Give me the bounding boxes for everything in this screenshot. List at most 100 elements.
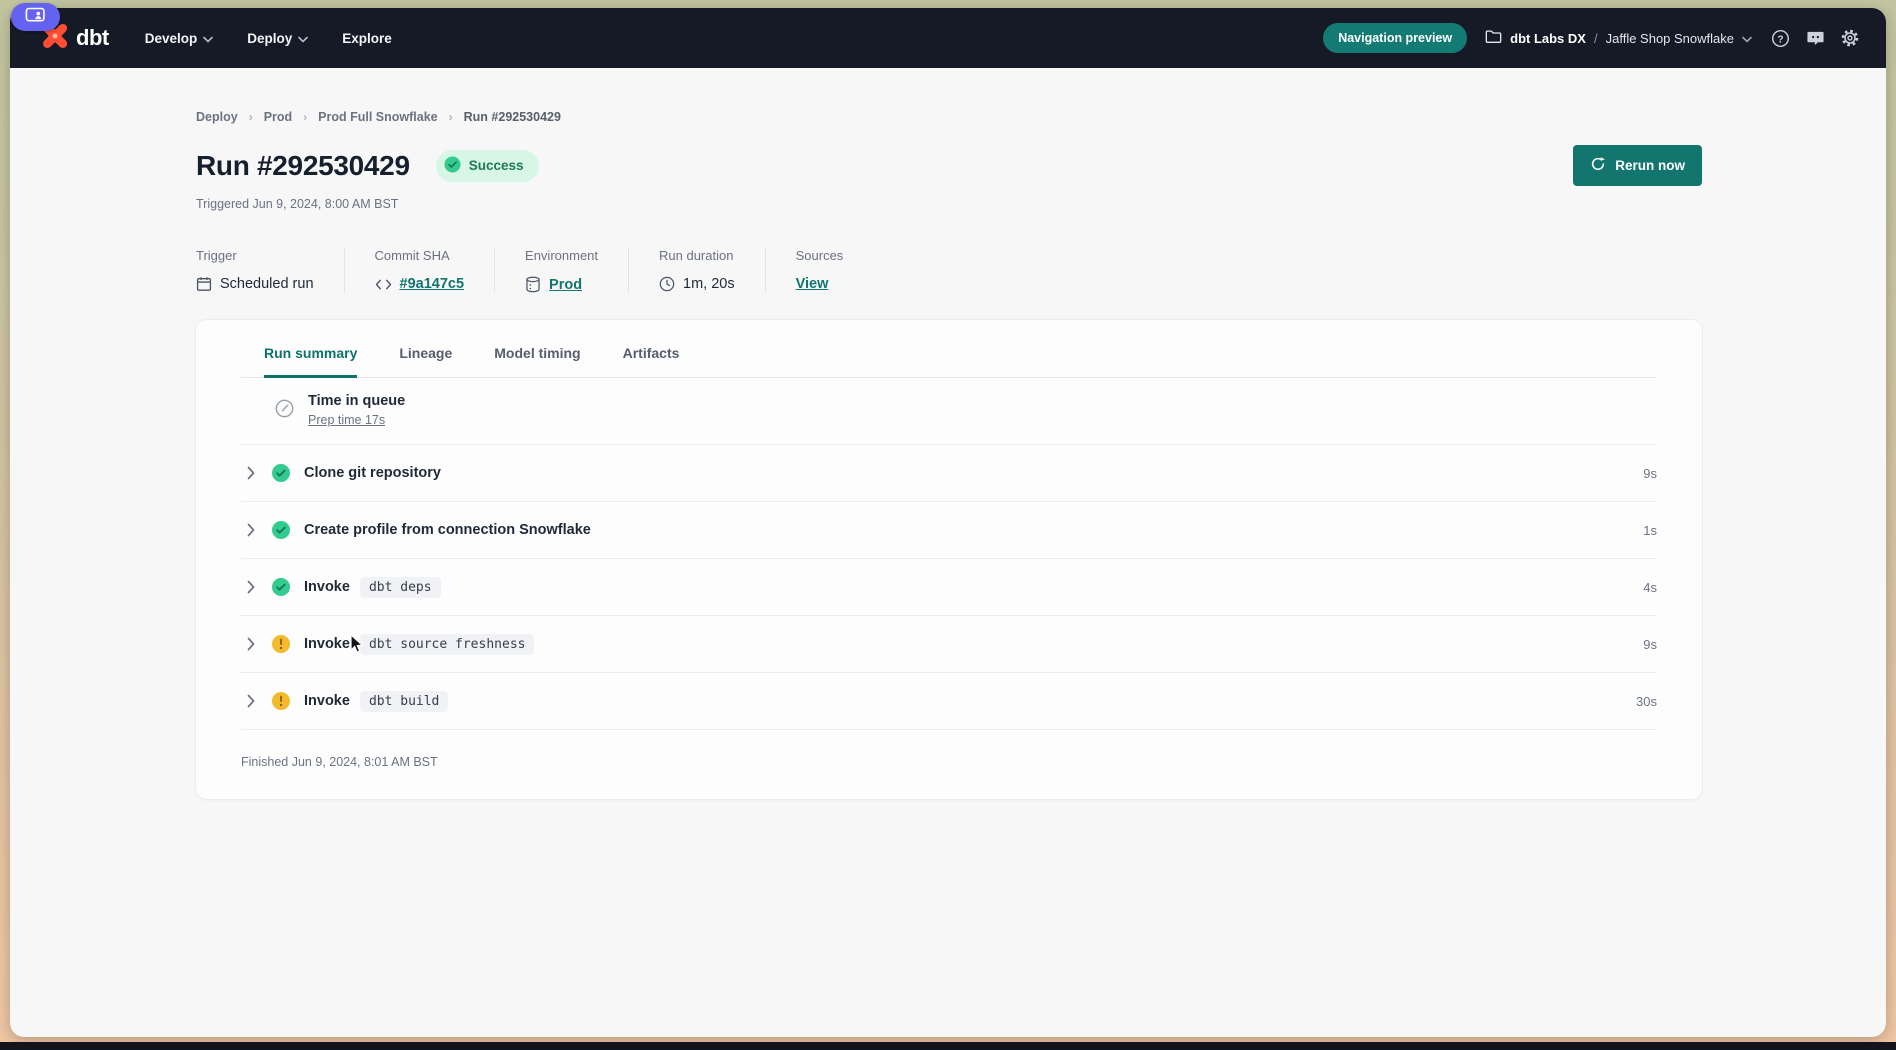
step-list: Clone git repository 9s Create profile f… — [241, 444, 1657, 730]
meta-sources: Sources View — [765, 248, 874, 293]
step-name: Create profile from connection Snowflake — [304, 522, 591, 538]
trigger-value: Scheduled run — [220, 276, 314, 292]
path-separator: / — [1594, 31, 1598, 46]
step-duration: 30s — [1636, 694, 1657, 709]
chevron-right-icon[interactable] — [247, 523, 256, 537]
breadcrumb-deploy[interactable]: Deploy — [196, 110, 238, 124]
success-check-icon — [444, 156, 461, 176]
commit-sha-link[interactable]: #9a147c5 — [400, 276, 465, 292]
svg-text:?: ? — [1777, 34, 1783, 45]
queue-clock-icon — [274, 398, 295, 424]
tab-model-timing[interactable]: Model timing — [494, 345, 580, 378]
feedback-icon[interactable] — [1805, 28, 1825, 48]
triggered-timestamp: Triggered Jun 9, 2024, 8:00 AM BST — [196, 197, 1702, 211]
tab-run-summary[interactable]: Run summary — [264, 345, 357, 378]
rerun-now-button[interactable]: Rerun now — [1573, 145, 1702, 186]
meta-run-duration: Run duration 1m, 20s — [628, 248, 765, 293]
run-duration-value: 1m, 20s — [683, 276, 735, 292]
navbar-icon-group: ? — [1770, 28, 1860, 48]
app-window: dbt Develop Deploy Explore Navigation pr… — [10, 8, 1886, 1037]
chevron-right-icon[interactable] — [247, 580, 256, 594]
run-detail-page: Deploy › Prod › Prod Full Snowflake › Ru… — [10, 68, 1886, 799]
step-name: Invoke — [304, 693, 350, 709]
run-summary-card: Run summary Lineage Model timing Artifac… — [196, 320, 1702, 799]
step-status-icon — [272, 578, 290, 596]
time-in-queue-row: Time in queue Prep time 17s — [241, 378, 1657, 444]
step-status-icon — [272, 635, 290, 653]
dbt-logo-text: dbt — [76, 25, 109, 51]
step-command: dbt build — [360, 691, 448, 712]
nav-menu-label: Explore — [342, 31, 392, 46]
nav-menu-develop[interactable]: Develop — [145, 31, 214, 46]
prep-time-link[interactable]: Prep time 17s — [308, 413, 385, 427]
project-name: Jaffle Shop Snowflake — [1606, 31, 1734, 46]
meta-label: Sources — [796, 248, 844, 263]
status-badge-label: Success — [469, 158, 524, 173]
step-name: Clone git repository — [304, 465, 441, 481]
tab-lineage[interactable]: Lineage — [399, 345, 452, 378]
chevron-right-icon[interactable] — [247, 694, 256, 708]
status-badge: Success — [436, 150, 539, 182]
step-duration: 9s — [1643, 466, 1657, 481]
bottom-screen-edge — [0, 1042, 1896, 1050]
navigation-preview-button[interactable]: Navigation preview — [1323, 23, 1467, 53]
breadcrumb: Deploy › Prod › Prod Full Snowflake › Ru… — [196, 110, 1702, 124]
step-status-icon — [272, 521, 290, 539]
page-title: Run #292530429 — [196, 150, 410, 182]
queue-title: Time in queue — [308, 393, 405, 409]
breadcrumb-job[interactable]: Prod Full Snowflake — [318, 110, 437, 124]
step-command: dbt source freshness — [360, 634, 535, 655]
step-duration: 4s — [1643, 580, 1657, 595]
account-project-switcher[interactable]: dbt Labs DX / Jaffle Shop Snowflake — [1485, 29, 1752, 47]
step-duration: 9s — [1643, 637, 1657, 652]
page-header: Run #292530429 Success Rerun now — [196, 145, 1702, 186]
step-row-clone-git[interactable]: Clone git repository 9s — [241, 444, 1657, 501]
chevron-down-icon — [298, 31, 308, 46]
run-tabs: Run summary Lineage Model timing Artifac… — [241, 320, 1657, 378]
nav-menus: Develop Deploy Explore — [145, 31, 392, 46]
rerun-refresh-icon — [1590, 156, 1606, 175]
tab-artifacts[interactable]: Artifacts — [623, 345, 680, 378]
meta-label: Trigger — [196, 248, 314, 263]
step-row-dbt-source-freshness[interactable]: Invoke dbt source freshness 9s — [241, 615, 1657, 672]
meta-label: Commit SHA — [375, 248, 465, 263]
chevron-right-icon[interactable] — [247, 637, 256, 651]
breadcrumb-run: Run #292530429 — [464, 110, 561, 124]
environment-link[interactable]: Prod — [549, 277, 582, 293]
meta-commit-sha: Commit SHA #9a147c5 — [344, 248, 495, 293]
nav-menu-label: Develop — [145, 31, 198, 46]
nav-menu-deploy[interactable]: Deploy — [247, 31, 308, 46]
step-row-dbt-build[interactable]: Invoke dbt build 30s — [241, 672, 1657, 729]
step-row-create-profile[interactable]: Create profile from connection Snowflake… — [241, 501, 1657, 558]
step-duration: 1s — [1643, 523, 1657, 538]
rerun-now-label: Rerun now — [1615, 158, 1685, 173]
top-navbar: dbt Develop Deploy Explore Navigation pr… — [10, 8, 1886, 68]
meta-environment: Environment Prod — [494, 248, 628, 293]
settings-gear-icon[interactable] — [1840, 28, 1860, 48]
chevron-right-icon[interactable] — [247, 466, 256, 480]
step-command: dbt deps — [360, 577, 441, 598]
database-icon — [525, 276, 541, 293]
breadcrumb-prod[interactable]: Prod — [264, 110, 292, 124]
navbar-right: Navigation preview dbt Labs DX / Jaffle … — [1323, 23, 1860, 53]
help-icon[interactable]: ? — [1770, 28, 1790, 48]
step-row-dbt-deps[interactable]: Invoke dbt deps 4s — [241, 558, 1657, 615]
clock-icon — [659, 276, 675, 292]
chevron-down-icon — [1742, 31, 1752, 46]
code-icon — [375, 278, 392, 291]
step-status-icon — [272, 692, 290, 710]
step-name: Invoke — [304, 579, 350, 595]
meta-label: Run duration — [659, 248, 735, 263]
nav-menu-label: Deploy — [247, 31, 292, 46]
screen-share-badge[interactable] — [11, 3, 60, 31]
breadcrumb-separator-icon: › — [449, 110, 453, 124]
finished-timestamp: Finished Jun 9, 2024, 8:01 AM BST — [241, 730, 1657, 799]
meta-trigger: Trigger Scheduled run — [196, 248, 344, 293]
folder-icon — [1485, 29, 1502, 47]
account-name: dbt Labs DX — [1510, 31, 1586, 46]
run-metadata: Trigger Scheduled run Commit SHA #9a147c… — [196, 248, 1702, 293]
calendar-icon — [196, 276, 212, 292]
sources-view-link[interactable]: View — [796, 276, 829, 292]
nav-menu-explore[interactable]: Explore — [342, 31, 392, 46]
breadcrumb-separator-icon: › — [249, 110, 253, 124]
